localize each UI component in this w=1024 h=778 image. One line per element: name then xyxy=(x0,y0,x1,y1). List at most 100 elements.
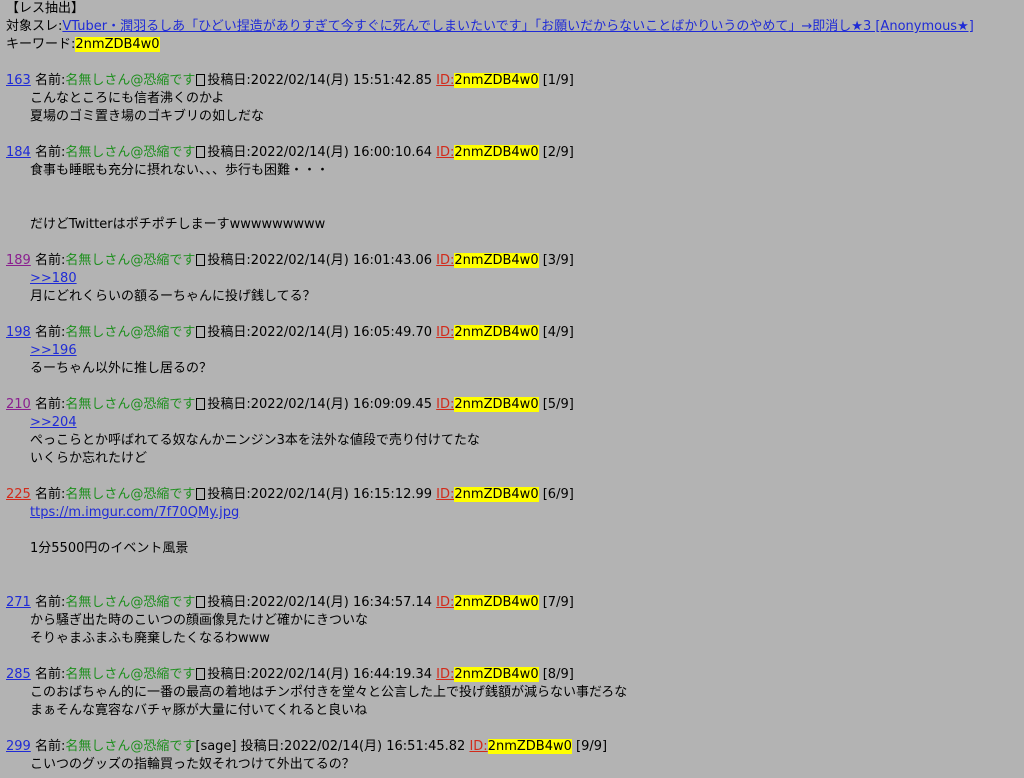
post: 189 名前:名無しさん@恐縮です 投稿日:2022/02/14(月) 16:01… xyxy=(6,252,1018,306)
id-label[interactable]: ID: xyxy=(436,667,454,682)
post-date: 2022/02/14(月) 16:15:12.99 xyxy=(250,487,433,502)
post-date: 2022/02/14(月) 15:51:42.85 xyxy=(250,73,433,88)
post-number-link[interactable]: 210 xyxy=(6,397,31,412)
post-count: [6/9] xyxy=(542,487,574,502)
image-url-link[interactable]: ttps://m.imgur.com/7f70QMy.jpg xyxy=(30,505,239,520)
poster-name: 名無しさん@恐縮です xyxy=(65,595,196,610)
post-body: >>196 るーちゃん以外に推し居るの？ xyxy=(6,342,1018,378)
id-label[interactable]: ID: xyxy=(436,145,454,160)
poster-name: 名無しさん@恐縮です xyxy=(65,73,196,88)
body-line: から騒ぎ出た時のこいつの顔画像見たけど確かにきついな xyxy=(30,613,369,628)
post-number-link[interactable]: 225 xyxy=(6,487,31,502)
post-number-link[interactable]: 163 xyxy=(6,73,31,88)
body-line: いくらか忘れたけど xyxy=(30,451,148,466)
body-line: こんなところにも信者沸くのかよ xyxy=(30,91,225,106)
poster-name: 名無しさん@恐縮です xyxy=(65,145,196,160)
post-date: 2022/02/14(月) 16:00:10.64 xyxy=(250,145,433,160)
post-number-link[interactable]: 299 xyxy=(6,739,31,754)
id-label[interactable]: ID: xyxy=(436,325,454,340)
post: 271 名前:名無しさん@恐縮です 投稿日:2022/02/14(月) 16:34… xyxy=(6,594,1018,648)
post-header: 198 名前:名無しさん@恐縮です 投稿日:2022/02/14(月) 16:05… xyxy=(6,324,1018,342)
extract-header: 【レス抽出】 対象スレ:VTuber・潤羽るしあ「ひどい捏造がありすぎて今すぐに… xyxy=(6,0,1018,54)
post-count: [3/9] xyxy=(542,253,574,268)
keyword-label: キーワード: xyxy=(6,37,76,52)
post: 198 名前:名無しさん@恐縮です 投稿日:2022/02/14(月) 16:05… xyxy=(6,324,1018,378)
reply-anchor-link[interactable]: >>196 xyxy=(30,343,77,358)
mail-box-icon xyxy=(196,74,206,86)
post-body: こいつのグッズの指輪買った奴それつけて外出てるの？ xyxy=(6,756,1018,774)
header-title-line: 【レス抽出】 xyxy=(6,0,1018,18)
post-header: 163 名前:名無しさん@恐縮です 投稿日:2022/02/14(月) 15:51… xyxy=(6,72,1018,90)
name-label: 名前: xyxy=(34,73,66,88)
mail-box-icon xyxy=(196,146,206,158)
id-label[interactable]: ID: xyxy=(436,595,454,610)
name-label: 名前: xyxy=(34,325,66,340)
post-header: 271 名前:名無しさん@恐縮です 投稿日:2022/02/14(月) 16:34… xyxy=(6,594,1018,612)
post-date: 2022/02/14(月) 16:01:43.06 xyxy=(250,253,433,268)
poster-id: 2nmZDB4w0 xyxy=(454,487,539,502)
target-thread-label: 対象スレ: xyxy=(6,19,63,34)
date-label: 投稿日: xyxy=(207,487,251,502)
id-label[interactable]: ID: xyxy=(436,73,454,88)
id-label[interactable]: ID: xyxy=(436,253,454,268)
anchor-line: >>180 xyxy=(30,270,1018,288)
body-line: まぁそんな寛容なバチャ豚が大量に付いてくれると良いね xyxy=(30,703,368,718)
post: 210 名前:名無しさん@恐縮です 投稿日:2022/02/14(月) 16:09… xyxy=(6,396,1018,468)
body-line: こいつのグッズの指輪買った奴それつけて外出てるの？ xyxy=(30,757,355,772)
post: 184 名前:名無しさん@恐縮です 投稿日:2022/02/14(月) 16:00… xyxy=(6,144,1018,234)
keyword-value: 2nmZDB4w0 xyxy=(75,37,160,52)
mail-box-icon xyxy=(196,668,206,680)
mail-box-icon xyxy=(196,488,206,500)
post-header: 210 名前:名無しさん@恐縮です 投稿日:2022/02/14(月) 16:09… xyxy=(6,396,1018,414)
body-line: 月にどれくらいの額るーちゃんに投げ銭してる？ xyxy=(30,289,316,304)
date-label: 投稿日: xyxy=(207,253,251,268)
post-body: >>204 ぺっこらとか呼ばれてる奴なんかニンジン3本を法外な値段で売り付けてた… xyxy=(6,414,1018,468)
post-count: [2/9] xyxy=(542,145,574,160)
post-number-link[interactable]: 285 xyxy=(6,667,31,682)
body-line xyxy=(30,522,1018,540)
post-body: から騒ぎ出た時のこいつの顔画像見たけど確かにきついな そりゃまふまふも廃棄したく… xyxy=(6,612,1018,648)
post-count: [1/9] xyxy=(542,73,574,88)
post-number-link[interactable]: 189 xyxy=(6,253,31,268)
poster-id: 2nmZDB4w0 xyxy=(487,739,572,754)
post-date: 2022/02/14(月) 16:44:19.34 xyxy=(250,667,433,682)
post-header: 285 名前:名無しさん@恐縮です 投稿日:2022/02/14(月) 16:44… xyxy=(6,666,1018,684)
body-line: 夏場のゴミ置き場のゴキブリの如しだな xyxy=(30,109,265,124)
name-label: 名前: xyxy=(34,397,66,412)
post-number-link[interactable]: 184 xyxy=(6,145,31,160)
body-line: ぺっこらとか呼ばれてる奴なんかニンジン3本を法外な値段で売り付けてたな xyxy=(30,433,480,448)
mail-box-icon xyxy=(196,398,206,410)
mail-box-icon xyxy=(196,254,206,266)
post-header: 189 名前:名無しさん@恐縮です 投稿日:2022/02/14(月) 16:01… xyxy=(6,252,1018,270)
target-thread-link[interactable]: VTuber・潤羽るしあ「ひどい捏造がありすぎて今すぐに死んでしまいたいです」「… xyxy=(62,19,973,34)
post-date: 2022/02/14(月) 16:05:49.70 xyxy=(250,325,433,340)
post-header: 225 名前:名無しさん@恐縮です 投稿日:2022/02/14(月) 16:15… xyxy=(6,486,1018,504)
url-line: ttps://m.imgur.com/7f70QMy.jpg xyxy=(30,504,1018,522)
poster-id: 2nmZDB4w0 xyxy=(454,397,539,412)
keyword-line: キーワード:2nmZDB4w0 xyxy=(6,36,1018,54)
poster-name: 名無しさん@恐縮です xyxy=(65,397,196,412)
post-number-link[interactable]: 271 xyxy=(6,595,31,610)
post-number-link[interactable]: 198 xyxy=(6,325,31,340)
id-label[interactable]: ID: xyxy=(469,739,487,754)
name-label: 名前: xyxy=(34,145,66,160)
date-label: 投稿日: xyxy=(207,595,251,610)
id-label[interactable]: ID: xyxy=(436,397,454,412)
post-date: 2022/02/14(月) 16:34:57.14 xyxy=(250,595,433,610)
body-line: 食事も睡眠も充分に摂れない、、、歩行も困難・・・ xyxy=(30,163,330,178)
body-line: このおばちゃん的に一番の最高の着地はチンポ付きを堂々と公言した上で投げ銭額が減ら… xyxy=(30,685,628,700)
reply-anchor-link[interactable]: >>180 xyxy=(30,271,77,286)
body-line xyxy=(30,180,1018,198)
post-count: [4/9] xyxy=(542,325,574,340)
poster-name: 名無しさん@恐縮です xyxy=(65,325,196,340)
id-label[interactable]: ID: xyxy=(436,487,454,502)
post-header: 184 名前:名無しさん@恐縮です 投稿日:2022/02/14(月) 16:00… xyxy=(6,144,1018,162)
body-line: 1分5500円のイベント風景 xyxy=(30,541,189,556)
post-count: [5/9] xyxy=(542,397,574,412)
post-body: ttps://m.imgur.com/7f70QMy.jpg 1分5500円のイ… xyxy=(6,504,1018,576)
reply-anchor-link[interactable]: >>204 xyxy=(30,415,77,430)
mail-box-icon xyxy=(196,326,206,338)
post: 299 名前:名無しさん@恐縮です[sage] 投稿日:2022/02/14(月… xyxy=(6,738,1018,774)
post-count: [9/9] xyxy=(576,739,608,754)
